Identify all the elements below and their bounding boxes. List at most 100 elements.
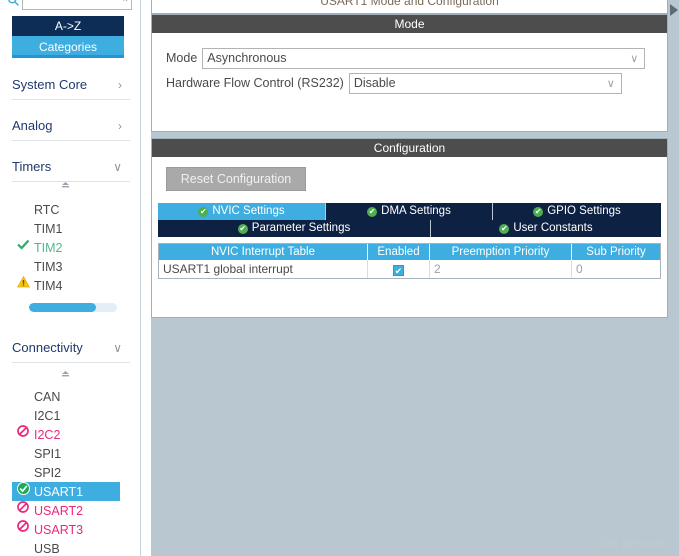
sidebar-item-usart1[interactable]: USART1 xyxy=(12,481,120,502)
sidebar-item-label: USB xyxy=(34,541,60,556)
hardware-flow-control-label: Hardware Flow Control (RS232) xyxy=(166,76,344,90)
tab-label: NVIC Settings xyxy=(212,205,285,217)
check-icon xyxy=(12,238,34,257)
tab-parameter-settings[interactable]: ✔ Parameter Settings xyxy=(158,220,431,237)
sidebar-item-label: SPI2 xyxy=(34,465,62,480)
panel-title-bar: USART1 Mode and Configuration xyxy=(151,0,668,14)
warning-icon xyxy=(12,275,34,295)
mode-row: Mode Asynchronous ∨ xyxy=(166,47,646,69)
sidebar-item-label: USART2 xyxy=(34,503,84,518)
enabled-checkbox[interactable]: ✔ xyxy=(393,265,404,276)
cell-enabled[interactable]: ✔ xyxy=(368,260,430,278)
search-input[interactable]: × xyxy=(22,0,132,10)
tab-row-primary: ✔ NVIC Settings ✔ DMA Settings ✔ GPIO Se… xyxy=(158,203,661,220)
blocked-icon xyxy=(12,425,34,444)
check-circle-icon: ✔ xyxy=(499,223,510,234)
category-label: Connectivity xyxy=(12,340,83,355)
sidebar-item-label: TIM2 xyxy=(34,240,63,255)
tab-user-constants[interactable]: ✔ User Constants xyxy=(431,220,661,237)
tab-nvic-settings[interactable]: ✔ NVIC Settings xyxy=(158,203,326,220)
configuration-header: Configuration xyxy=(152,139,667,157)
chevron-down-icon: ∨ xyxy=(630,52,639,65)
check-circle-icon xyxy=(12,481,34,502)
sidebar-item-tim1[interactable]: TIM1 xyxy=(12,219,122,238)
chevron-right-icon: › xyxy=(118,77,122,92)
table-row[interactable]: USART1 global interrupt ✔ 2 0 xyxy=(159,260,660,278)
category-label: Analog xyxy=(12,118,53,133)
sidebar-item-tim2[interactable]: TIM2 xyxy=(12,238,122,257)
column-header-nvic-interrupt-table[interactable]: NVIC Interrupt Table xyxy=(159,244,368,260)
watermark: CSDN @Huooer xyxy=(587,538,669,550)
sidebar-item-label: CAN xyxy=(34,389,61,404)
hardware-flow-control-select[interactable]: Disable ∨ xyxy=(348,72,622,94)
category-system-core[interactable]: System Core › xyxy=(12,70,130,100)
chevron-down-icon: ∨ xyxy=(113,340,122,355)
mode-panel: Mode Mode Asynchronous ∨ Hardware Flow C… xyxy=(151,14,668,132)
search-icon xyxy=(4,0,22,9)
panel-divider[interactable] xyxy=(141,0,151,556)
check-circle-icon: ✔ xyxy=(237,223,248,234)
check-circle-icon: ✔ xyxy=(533,206,544,217)
sidebar-item-usart3[interactable]: USART3 xyxy=(12,520,122,539)
peripheral-sidebar: × A->Z Categories System Core › Analog ›… xyxy=(0,0,141,556)
sidebar-item-usart2[interactable]: USART2 xyxy=(12,501,122,520)
sidebar-item-can[interactable]: CAN xyxy=(12,387,122,406)
chevron-right-icon: › xyxy=(118,118,122,133)
column-header-enabled[interactable]: Enabled xyxy=(368,244,430,260)
sidebar-item-label: USART3 xyxy=(34,522,84,537)
cell-sub-priority[interactable]: 0 xyxy=(572,260,660,278)
tab-gpio-settings[interactable]: ✔ GPIO Settings xyxy=(493,203,661,220)
mode-select-value: Asynchronous xyxy=(207,51,287,65)
chevron-down-icon: ∨ xyxy=(606,77,615,90)
timers-scroll-progress-fill xyxy=(29,303,96,312)
clear-search-icon[interactable]: × xyxy=(123,0,128,6)
sidebar-item-label: I2C1 xyxy=(34,408,61,423)
sidebar-item-tim4[interactable]: TIM4 xyxy=(12,275,122,295)
sidebar-item-label: SPI1 xyxy=(34,446,62,461)
scroll-right-icon[interactable] xyxy=(670,4,678,16)
check-circle-icon: ✔ xyxy=(367,206,378,217)
sidebar-item-label: TIM3 xyxy=(34,259,63,274)
hardware-flow-control-row: Hardware Flow Control (RS232) Disable ∨ xyxy=(166,72,622,94)
sidebar-item-spi1[interactable]: SPI1 xyxy=(12,444,122,463)
tab-label: User Constants xyxy=(513,222,593,234)
category-timers[interactable]: Timers ∨ xyxy=(12,152,130,182)
reset-configuration-button[interactable]: Reset Configuration xyxy=(166,167,306,191)
hardware-flow-control-value: Disable xyxy=(353,76,396,90)
page-title: USART1 Mode and Configuration xyxy=(320,0,499,8)
sidebar-item-spi2[interactable]: SPI2 xyxy=(12,463,122,482)
table-header-row: NVIC Interrupt Table Enabled Preemption … xyxy=(159,244,660,260)
sidebar-item-i2c2[interactable]: I2C2 xyxy=(12,425,122,444)
sidebar-item-tim3[interactable]: TIM3 xyxy=(12,257,122,276)
sidebar-item-label: TIM1 xyxy=(34,221,63,236)
tab-dma-settings[interactable]: ✔ DMA Settings xyxy=(326,203,493,220)
toggle-a-to-z[interactable]: A->Z xyxy=(12,16,124,36)
sidebar-item-usb[interactable]: USB xyxy=(12,539,122,556)
cell-preemption-priority[interactable]: 2 xyxy=(430,260,572,278)
chevron-down-icon: ∨ xyxy=(113,159,122,174)
tab-label: Parameter Settings xyxy=(251,222,351,234)
scroll-up-spinner-icon-2[interactable] xyxy=(58,371,72,381)
sidebar-item-i2c1[interactable]: I2C1 xyxy=(12,406,122,425)
mode-label: Mode xyxy=(166,51,198,65)
blocked-icon xyxy=(12,520,34,539)
sidebar-item-rtc[interactable]: RTC xyxy=(12,200,122,219)
category-connectivity[interactable]: Connectivity ∨ xyxy=(12,333,130,363)
category-analog[interactable]: Analog › xyxy=(12,111,130,141)
column-header-sub-priority[interactable]: Sub Priority xyxy=(572,244,660,260)
timers-scroll-progress[interactable] xyxy=(29,303,117,312)
search-row: × xyxy=(0,0,140,14)
sidebar-item-label: TIM4 xyxy=(34,278,63,293)
config-panel: Configuration Reset Configuration ✔ NVIC… xyxy=(151,138,668,318)
sidebar-item-label: I2C2 xyxy=(34,427,61,442)
category-label: Timers xyxy=(12,159,52,174)
scroll-up-spinner-icon[interactable] xyxy=(58,182,72,192)
sidebar-item-label: RTC xyxy=(34,202,60,217)
column-header-preemption-priority[interactable]: Preemption Priority xyxy=(430,244,572,260)
toggle-categories[interactable]: Categories xyxy=(12,36,124,58)
configuration-panel: USART1 Mode and Configuration Mode Mode … xyxy=(151,0,679,556)
mode-header: Mode xyxy=(152,15,667,33)
mode-select[interactable]: Asynchronous ∨ xyxy=(202,47,646,69)
tab-label: DMA Settings xyxy=(381,205,451,217)
cell-interrupt-name: USART1 global interrupt xyxy=(159,260,368,278)
